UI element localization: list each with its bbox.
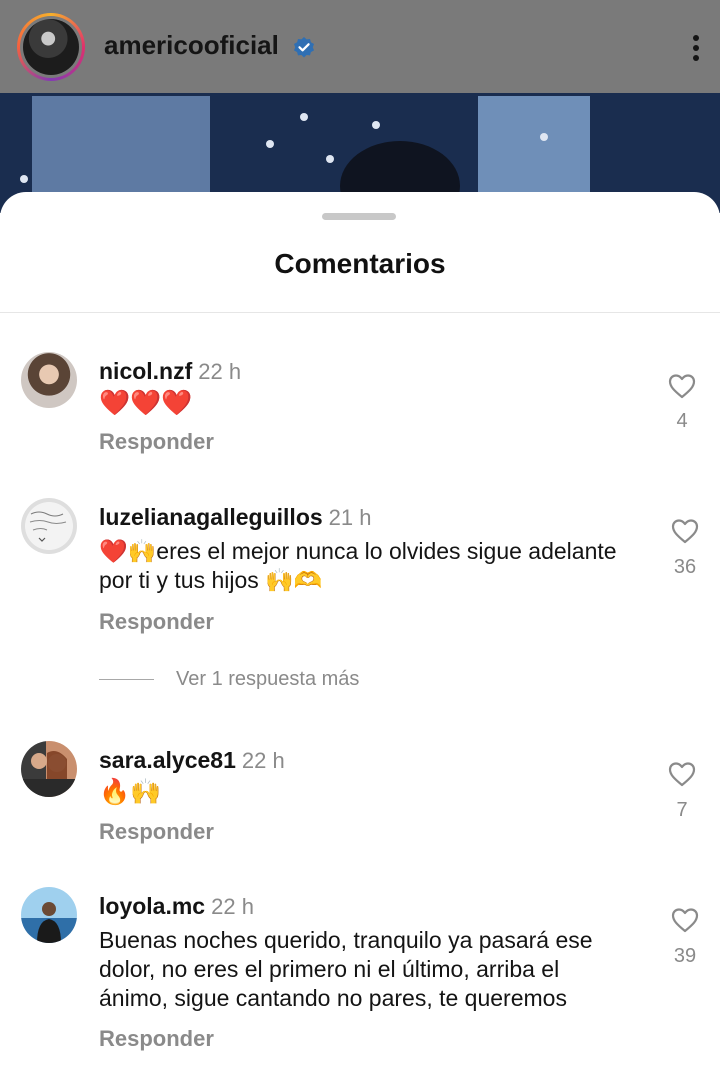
more-vertical-icon[interactable] <box>686 33 706 63</box>
like-count: 36 <box>673 556 697 578</box>
comment-avatar[interactable] <box>21 741 77 797</box>
comment-text-line: ❤️🙌eres el mejor nunca lo olvides sigue … <box>99 538 617 564</box>
comment-avatar[interactable] <box>21 887 77 943</box>
like-count: 39 <box>673 945 697 967</box>
comment-text-line: dolor, no eres el primero ni el último, … <box>99 956 560 982</box>
comment-time: 22 h <box>211 894 254 919</box>
drag-handle[interactable] <box>322 213 396 220</box>
heart-outline-icon[interactable] <box>668 761 696 787</box>
comment-text-line: Buenas noches querido, tranquilo ya pasa… <box>99 927 593 953</box>
handwriting-image <box>29 511 67 542</box>
comment-text: 🔥🙌 <box>99 778 162 806</box>
like-count: 7 <box>676 799 688 821</box>
account-name[interactable]: americooficial <box>104 30 279 61</box>
comment-text-line: ánimo, sigue cantando no pares, te quere… <box>99 985 567 1011</box>
post-header: americooficial <box>0 0 720 93</box>
reply-button[interactable]: Responder <box>99 1026 214 1052</box>
comment-username[interactable]: nicol.nzf 22 h <box>99 358 241 385</box>
comment-avatar[interactable] <box>21 498 77 554</box>
reply-button[interactable]: Responder <box>99 609 214 635</box>
like-count: 4 <box>676 410 688 432</box>
comment-username[interactable]: luzelianagalleguillos 21 h <box>99 504 372 531</box>
comment-time: 22 h <box>241 748 285 773</box>
comment-username[interactable]: sara.alyce81 22 h <box>99 747 285 774</box>
couple-photo <box>21 751 77 797</box>
verified-badge-icon <box>294 37 314 58</box>
heart-outline-icon[interactable] <box>668 373 696 399</box>
view-more-replies-label[interactable]: Ver 1 respuesta más <box>176 668 359 691</box>
sheet-title: Comentarios <box>274 248 446 279</box>
comment-time: 22 h <box>198 359 242 384</box>
profile-avatar[interactable] <box>17 13 85 81</box>
comment-text-line: por ti y tus hijos 🙌🫶 <box>99 567 323 593</box>
divider <box>0 312 720 313</box>
comment-username[interactable]: loyola.mc 22 h <box>99 893 254 920</box>
beach-photo <box>37 902 61 943</box>
comment-avatar[interactable] <box>21 352 77 408</box>
heart-outline-icon[interactable] <box>671 907 699 933</box>
heart-outline-icon[interactable] <box>671 518 699 544</box>
reply-button[interactable]: Responder <box>99 819 214 845</box>
comment-text: ❤️❤️❤️ <box>99 389 193 417</box>
replies-line <box>99 679 154 680</box>
comment-time: 21 h <box>328 505 372 530</box>
profile-photo <box>23 19 79 75</box>
reply-button[interactable]: Responder <box>99 429 214 455</box>
